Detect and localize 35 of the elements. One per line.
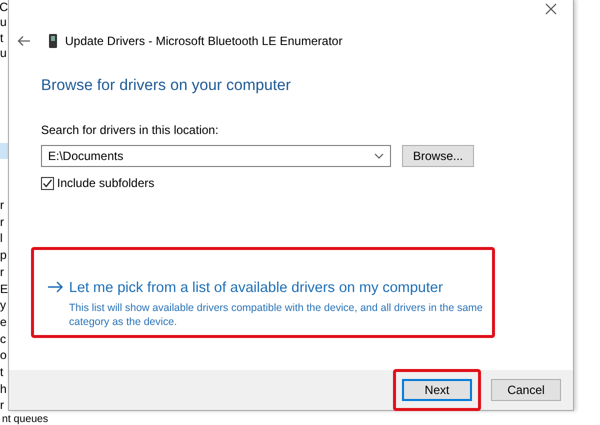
page-heading: Browse for drivers on your computer — [41, 76, 292, 96]
background-text: r — [0, 397, 5, 414]
background-text: r — [0, 264, 5, 281]
next-button[interactable]: Next — [402, 379, 472, 401]
background-text: C — [0, 0, 8, 16]
background-text: u — [0, 46, 8, 62]
background-text: t — [0, 30, 4, 46]
background-text: u — [0, 15, 8, 31]
dropdown-caret-icon[interactable] — [374, 153, 384, 160]
close-icon[interactable] — [545, 3, 557, 15]
link-description: This list will show available drivers compatible with the device, and all drivers in the same category as the device. — [69, 301, 484, 329]
background-text: p — [0, 247, 8, 264]
dialog-title: Update Drivers - Microsoft Bluetooth LE Enumerator — [65, 33, 342, 50]
cancel-button[interactable]: Cancel — [491, 379, 561, 401]
background-text: h — [0, 380, 8, 398]
background-text: y — [0, 297, 7, 314]
device-icon — [49, 34, 57, 48]
checkbox-label: Include subfolders — [57, 175, 154, 192]
background-text: r — [0, 197, 5, 214]
background-text: E — [0, 280, 8, 298]
location-combo-box[interactable]: E:\Documents — [41, 145, 391, 168]
background-text: nt queues — [2, 414, 48, 425]
field-label: Search for drivers in this location: — [41, 122, 220, 140]
background-text: o — [0, 347, 8, 364]
background-text: l — [0, 230, 4, 248]
checkbox[interactable] — [41, 176, 54, 190]
background-text: e — [0, 314, 8, 331]
browse-button[interactable]: Browse... — [402, 145, 474, 168]
selected-row-highlight — [0, 143, 8, 159]
pick-from-list-link[interactable]: Let me pick from a list of available drivers on my computer — [69, 278, 443, 300]
background-text: r — [0, 214, 5, 230]
background-text: t — [0, 364, 4, 381]
back-arrow-icon[interactable] — [17, 35, 31, 47]
background-text: c — [0, 330, 7, 348]
arrow-icon — [47, 281, 63, 294]
